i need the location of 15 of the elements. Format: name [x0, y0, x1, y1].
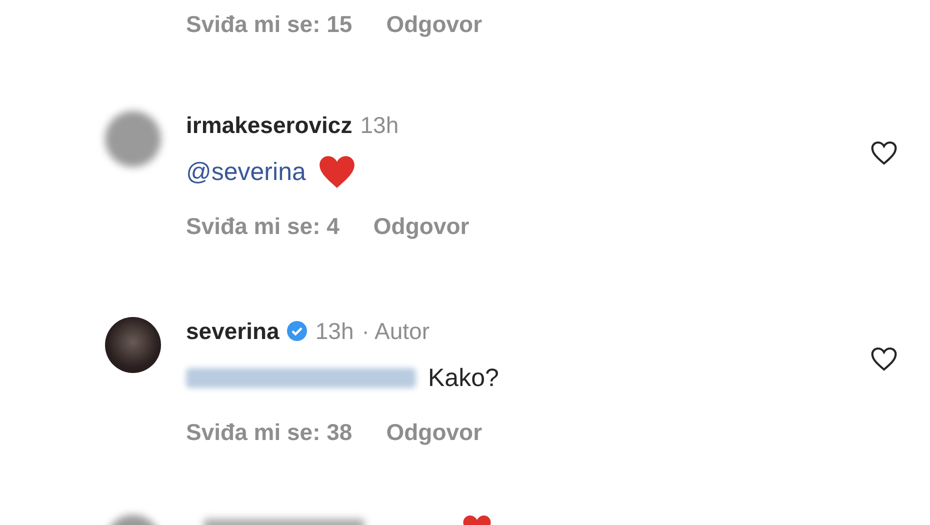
reply-link[interactable]: Odgovor	[386, 10, 482, 38]
author-label: · Autor	[362, 318, 430, 344]
heart-icon[interactable]	[870, 140, 898, 166]
comment-time: 13h	[315, 318, 354, 344]
comment-text: Kako?	[428, 364, 499, 392]
heart-icon[interactable]	[870, 346, 898, 372]
like-count[interactable]: Sviđa mi se: 4	[186, 212, 340, 240]
like-count[interactable]: Sviđa mi se: 15	[186, 10, 352, 38]
reply-link[interactable]: Odgovor	[373, 212, 470, 240]
like-count[interactable]: Sviđa mi se: 38	[186, 418, 352, 446]
username[interactable]: irmakeserovicz	[186, 112, 352, 138]
comment-time: 13h	[360, 112, 399, 138]
mention-link[interactable]: @severina	[186, 158, 306, 186]
username[interactable]: severina	[186, 318, 280, 344]
reply-link[interactable]: Odgovor	[386, 418, 482, 446]
